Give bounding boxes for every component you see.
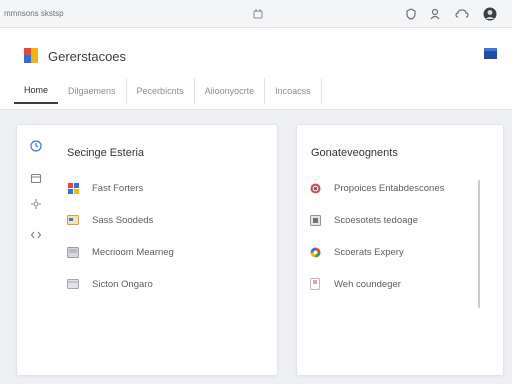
tab-aiioonyocrte[interactable]: Aiioonyocrte bbox=[195, 78, 266, 104]
app-header: Gererstacoes Home Dilgaemens Pecerbicnts… bbox=[0, 28, 512, 110]
list-item-label: Propoices Entabdescones bbox=[334, 182, 445, 194]
right-panel: Gonateveognents Propoices Entabdescones … bbox=[296, 124, 504, 376]
tab-pecerbicnts[interactable]: Pecerbicnts bbox=[127, 78, 195, 104]
flag-icon[interactable] bbox=[484, 48, 497, 59]
google-icon bbox=[309, 246, 321, 258]
scrollbar[interactable] bbox=[478, 180, 480, 308]
side-rail bbox=[17, 125, 57, 375]
right-panel-title: Gonateveognents bbox=[311, 147, 398, 159]
list-item-label: Sass Soodeds bbox=[92, 214, 154, 226]
card-icon bbox=[67, 214, 79, 226]
list-item[interactable]: Mecrioom Mearneg bbox=[67, 244, 174, 260]
calendar-icon[interactable] bbox=[29, 171, 43, 185]
settings-icon[interactable] bbox=[29, 197, 43, 211]
app-logo-icon bbox=[24, 48, 38, 63]
tab-incoacss[interactable]: Incoacss bbox=[265, 78, 322, 104]
list-item-label: Fast Forters bbox=[92, 182, 144, 194]
list-item-label: Mecrioom Mearneg bbox=[92, 246, 174, 258]
left-panel-title: Secinge Esteria bbox=[67, 147, 145, 159]
tab-bar: Home Dilgaemens Pecerbicnts Aiioonyocrte… bbox=[14, 78, 322, 104]
translate-icon[interactable] bbox=[250, 6, 266, 22]
chrome-icon bbox=[309, 182, 321, 194]
window-title: mmnsons skstsp bbox=[4, 9, 64, 18]
document-icon bbox=[309, 278, 321, 290]
profile-avatar-icon[interactable] bbox=[482, 6, 498, 22]
code-icon[interactable] bbox=[29, 228, 43, 242]
square-icon bbox=[309, 214, 321, 226]
list-item-label: Scoerats Expery bbox=[334, 246, 404, 258]
list-item[interactable]: Weh coundeger bbox=[309, 276, 401, 292]
list-item-label: Weh coundeger bbox=[334, 278, 401, 290]
shield-icon[interactable] bbox=[403, 6, 419, 22]
tab-home[interactable]: Home bbox=[14, 78, 59, 104]
cloud-icon[interactable] bbox=[454, 6, 470, 22]
left-panel: Secinge Esteria Fast Forters Sass Sooded… bbox=[16, 124, 278, 376]
list-item[interactable]: Sicton Ongaro bbox=[67, 276, 153, 292]
list-item-label: Scoesotets tedoage bbox=[334, 214, 418, 226]
tab-dilgaemens[interactable]: Dilgaemens bbox=[58, 78, 127, 104]
window-titlebar: mmnsons skstsp bbox=[0, 0, 512, 28]
clock-icon[interactable] bbox=[29, 139, 43, 153]
list-item[interactable]: Propoices Entabdescones bbox=[309, 180, 444, 196]
window-icon bbox=[67, 278, 79, 290]
list-item[interactable]: Scoerats Expery bbox=[309, 244, 404, 260]
list-item[interactable]: Sass Soodeds bbox=[67, 212, 153, 228]
list-item-label: Sicton Ongaro bbox=[92, 278, 153, 290]
palette-icon bbox=[67, 182, 79, 194]
account-icon[interactable] bbox=[427, 6, 443, 22]
list-item[interactable]: Fast Forters bbox=[67, 180, 143, 196]
app-title: Gererstacoes bbox=[48, 49, 127, 64]
list-item[interactable]: Scoesotets tedoage bbox=[309, 212, 418, 228]
monitor-icon bbox=[67, 246, 79, 258]
